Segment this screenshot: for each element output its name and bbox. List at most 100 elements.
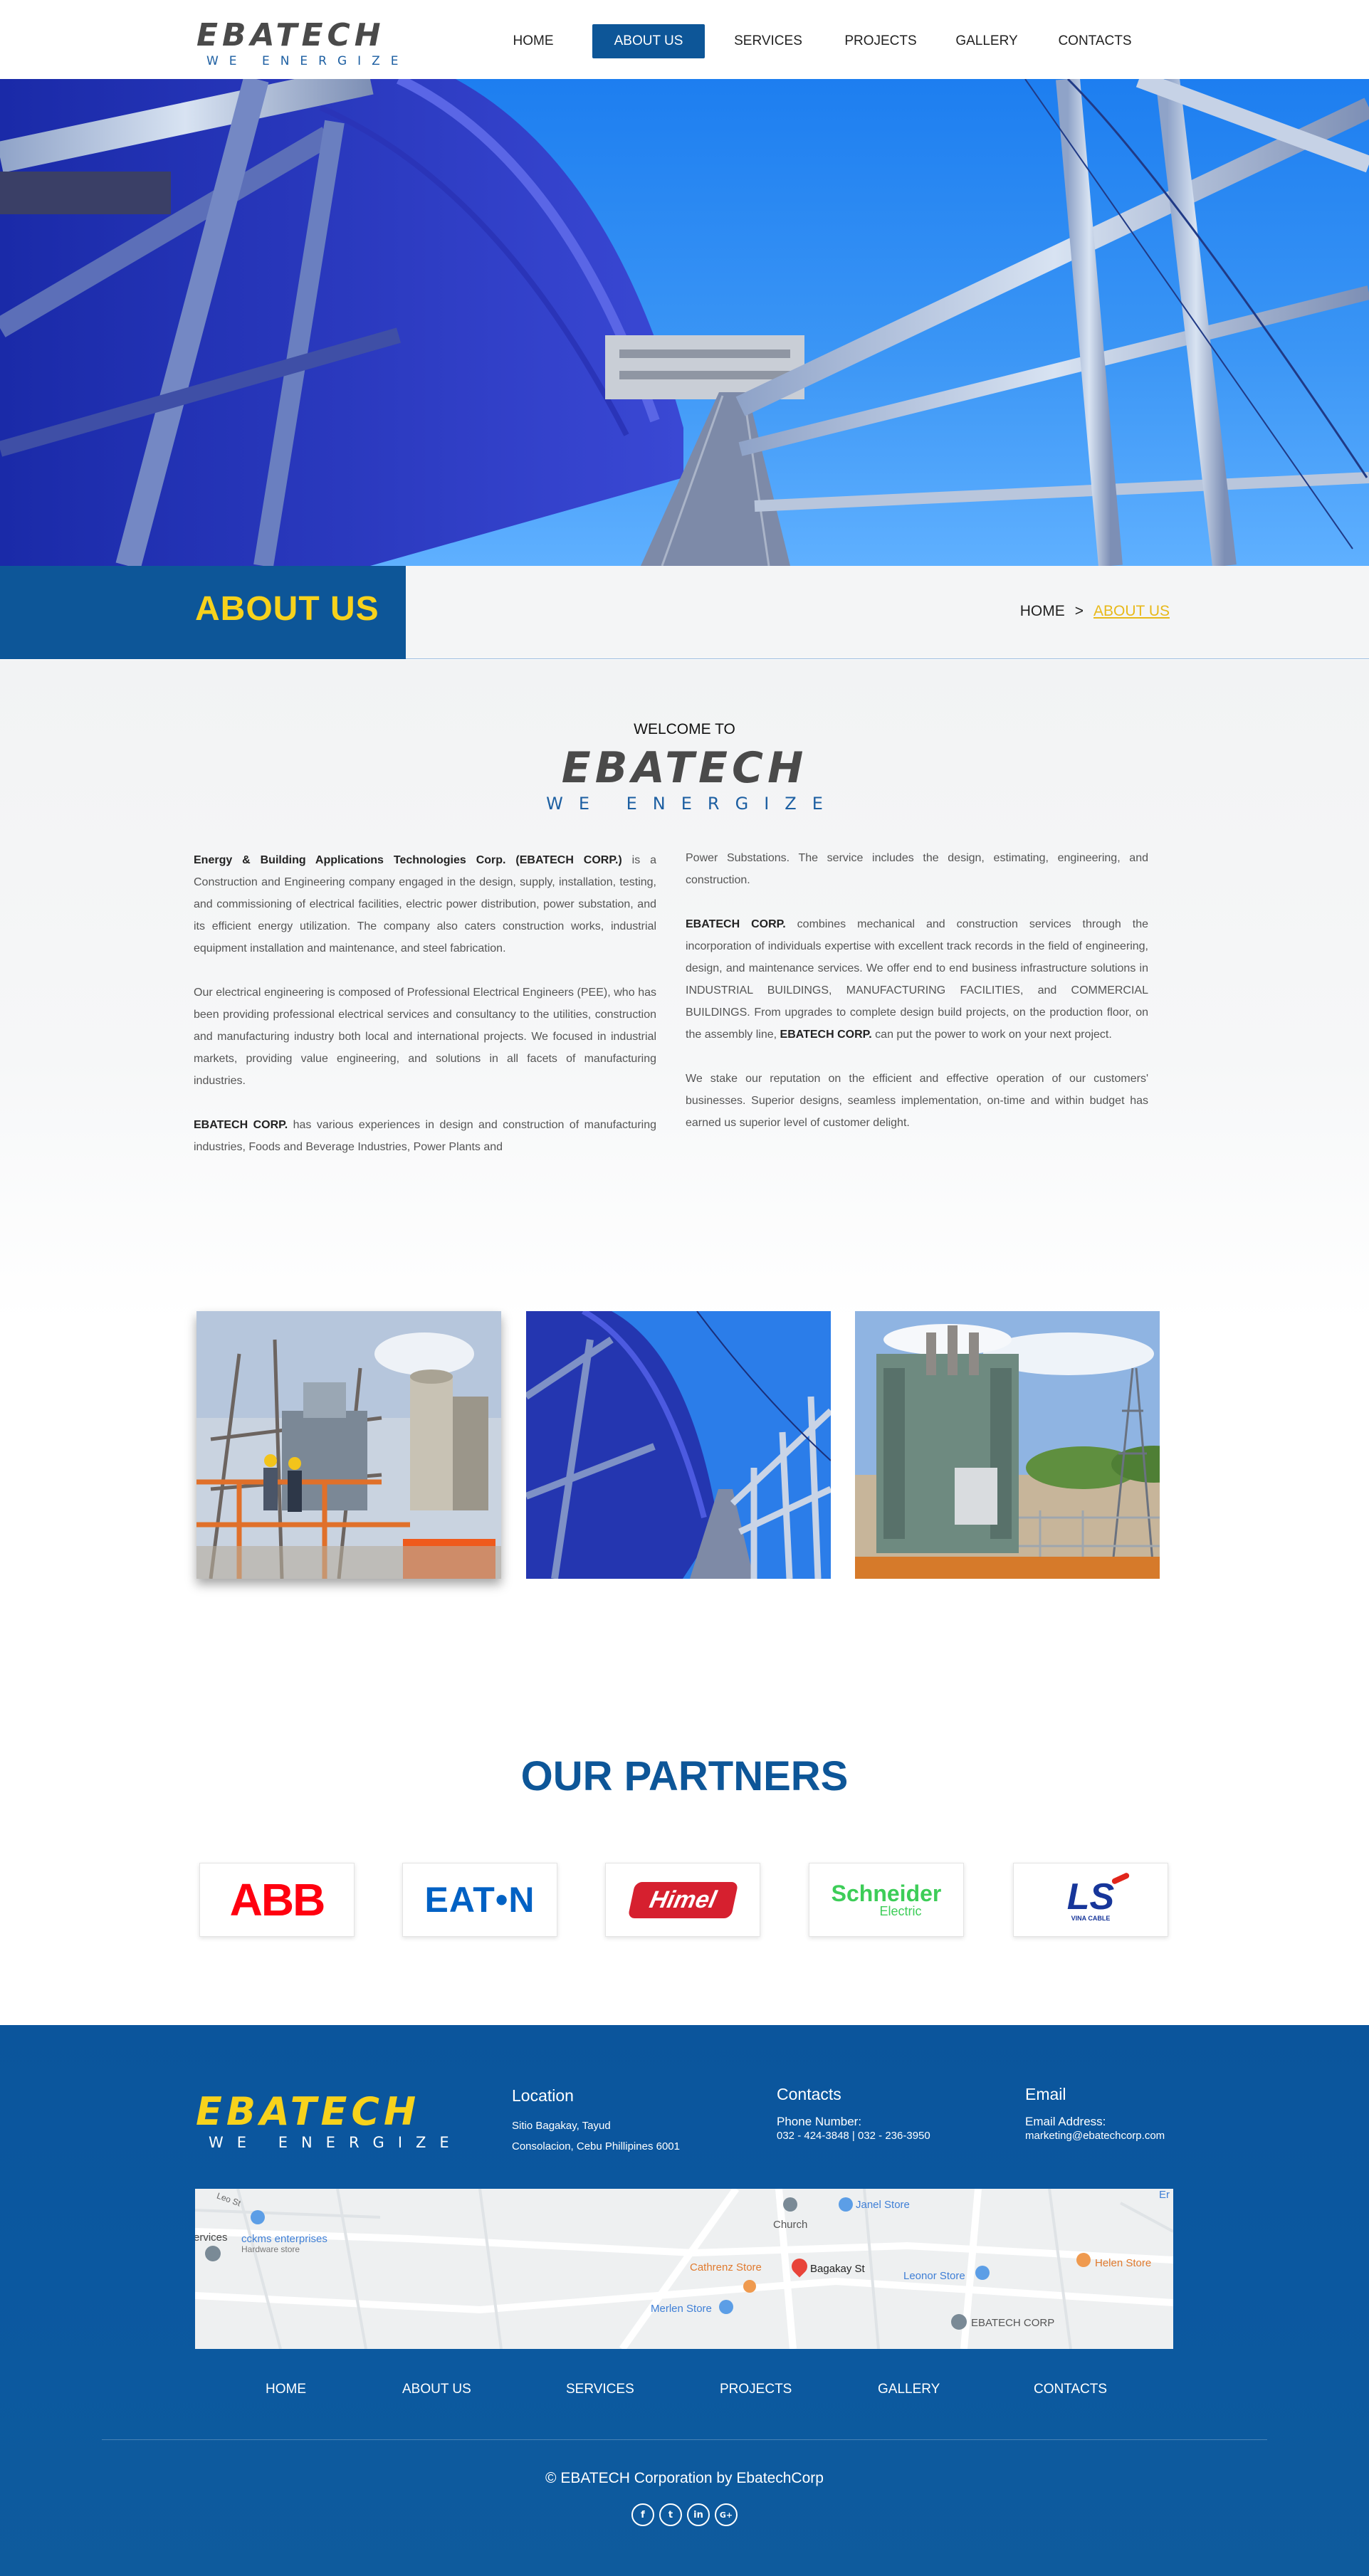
about-text-left: Energy & Building Applications Technolog… (194, 849, 656, 1180)
facebook-icon[interactable]: f (631, 2503, 654, 2526)
footer-contacts: Contacts Phone Number: 032 - 424-3848 | … (777, 2085, 930, 2143)
map-pin-icon (839, 2197, 853, 2212)
himel-badge: Himel (627, 1881, 738, 1918)
breadcrumb-separator: > (1074, 603, 1084, 619)
map-place-church: Church (773, 2219, 808, 2231)
footer-nav-projects[interactable]: PROJECTS (720, 2382, 792, 2403)
breadcrumb: HOME > ABOUT US (1020, 603, 1170, 620)
nav-gallery[interactable]: GALLERY (944, 24, 1029, 58)
about-paragraph: Our electrical engineering is composed o… (194, 987, 656, 1087)
welcome-logo-tagline: WE ENERGIZE (546, 794, 839, 814)
logo-tagline: WE ENERGIZE (206, 54, 409, 68)
gallery-photo-transformer[interactable] (855, 1311, 1160, 1579)
ls-subtitle: VINA CABLE (1071, 1914, 1111, 1922)
about-paragraph: Power Substations. The service includes … (686, 852, 1148, 886)
gallery-photo-conveyor-walkway[interactable] (526, 1311, 831, 1579)
linkedin-icon[interactable]: in (687, 2503, 710, 2526)
nav-services[interactable]: SERVICES (719, 24, 817, 58)
map-place-ebatech[interactable]: EBATECH CORP (971, 2317, 1054, 2329)
nav-projects[interactable]: PROJECTS (833, 24, 928, 58)
map-place-bagakay[interactable]: Bagakay St (810, 2263, 865, 2275)
footer-divider (102, 2439, 1267, 2440)
page-banner: ABOUT US HOME > ABOUT US (0, 566, 1369, 659)
map-place-janel[interactable]: Janel Store (856, 2199, 910, 2211)
phone-label: Phone Number: (777, 2115, 862, 2128)
about-paragraph-text: combines mechanical and construction ser… (686, 918, 1148, 1041)
map-pin-icon (783, 2197, 797, 2212)
map-pin-icon (951, 2314, 967, 2330)
partner-logo-himel[interactable]: Himel (605, 1863, 760, 1937)
map-pin-icon (975, 2266, 990, 2280)
breadcrumb-home-link[interactable]: HOME (1020, 603, 1065, 620)
hero-walkway-illustration (0, 79, 1369, 566)
partners-heading: OUR PARTNERS (520, 1753, 849, 1799)
map-place-cathrenz[interactable]: Cathrenz Store (690, 2261, 762, 2273)
nav-home[interactable]: HOME (491, 24, 575, 58)
about-paragraph: We stake our reputation on the efficient… (686, 1073, 1148, 1129)
site-header: EBATECH WE ENERGIZE HOME ABOUT US SERVIC… (0, 0, 1369, 79)
google-plus-icon[interactable]: G+ (715, 2503, 738, 2526)
himel-wordmark: Himel (646, 1886, 719, 1913)
contacts-heading: Contacts (777, 2085, 841, 2103)
partner-logo-schneider[interactable]: Schneider Electric (809, 1863, 964, 1937)
map-edge-label: Er (1159, 2189, 1170, 2201)
partner-logo-abb[interactable]: ABB (199, 1863, 355, 1937)
welcome-heading: WELCOME TO (634, 721, 735, 737)
welcome-logo: EBATECH WE ENERGIZE (0, 747, 1369, 812)
twitter-icon[interactable]: t (659, 2503, 682, 2526)
map-pin-icon (251, 2210, 265, 2224)
page-title: ABOUT US (195, 590, 379, 628)
schneider-wordmark: Schneider (831, 1881, 942, 1906)
abb-wordmark: ABB (229, 1874, 326, 1925)
about-paragraph-text: can put the power to work on your next p… (871, 1029, 1112, 1041)
footer-nav-contacts[interactable]: CONTACTS (1034, 2382, 1107, 2403)
gallery-photo-substation-workers[interactable] (196, 1311, 501, 1579)
footer-logo-wordmark: EBATECH (196, 2089, 421, 2134)
footer-nav-services[interactable]: SERVICES (566, 2382, 634, 2403)
footer-logo-tagline: WE ENERGIZE (209, 2134, 463, 2151)
main-nav: HOME ABOUT US SERVICES PROJECTS GALLERY … (491, 24, 1142, 58)
email-label: Email Address: (1025, 2115, 1106, 2128)
location-map[interactable]: Leo St ervices cckms enterprises Hardwar… (195, 2189, 1173, 2349)
email-heading: Email (1025, 2085, 1066, 2103)
map-place-leonor[interactable]: Leonor Store (903, 2270, 965, 2282)
about-paragraph: EBATECH CORP. has various experiences in… (194, 1114, 656, 1158)
ls-swoosh-icon (1111, 1871, 1131, 1885)
phone-numbers[interactable]: 032 - 424-3848 | 032 - 236-3950 (777, 2130, 930, 2143)
location-line-2: Consolacion, Cebu Phillipines 6001 (512, 2140, 680, 2152)
map-place-merlen[interactable]: Merlen Store (651, 2303, 712, 2315)
map-place-helen[interactable]: Helen Store (1095, 2257, 1151, 2269)
company-name-bold: EBATECH CORP. (194, 1119, 288, 1131)
location-line-1: Sitio Bagakay, Tayud (512, 2120, 611, 2132)
footer-nav-gallery[interactable]: GALLERY (878, 2382, 940, 2403)
social-links: f t in G+ (631, 2503, 743, 2526)
about-paragraph-text: is a Construction and Engineering compan… (194, 854, 656, 955)
company-name-bold: Energy & Building Applications Technolog… (194, 854, 622, 866)
logo-wordmark: EBATECH (196, 17, 385, 53)
welcome-section: WELCOME TO EBATECH WE ENERGIZE Energy & … (0, 660, 1369, 1322)
company-name-bold: EBATECH CORP. (780, 1029, 872, 1041)
about-text-right: Power Substations. The service includes … (686, 847, 1148, 1156)
nav-contacts[interactable]: CONTACTS (1048, 24, 1142, 58)
map-pin-icon (719, 2300, 733, 2314)
about-paragraph: Energy & Building Applications Technolog… (194, 849, 656, 960)
partner-logo-ls-vina[interactable]: LS VINA CABLE (1013, 1863, 1168, 1937)
footer-nav-home[interactable]: HOME (266, 2382, 306, 2403)
breadcrumb-current-link[interactable]: ABOUT US (1093, 603, 1170, 620)
footer-email: Email Email Address: marketing@ebatechco… (1025, 2085, 1165, 2143)
header-logo[interactable]: EBATECH WE ENERGIZE (196, 20, 409, 68)
company-name-bold: EBATECH CORP. (686, 918, 786, 930)
nav-about-us[interactable]: ABOUT US (592, 24, 705, 58)
email-address[interactable]: marketing@ebatechcorp.com (1025, 2130, 1165, 2143)
footer-logo[interactable]: EBATECH WE ENERGIZE (196, 2093, 463, 2150)
map-pin-icon (1076, 2253, 1091, 2267)
ls-wordmark: LS (1066, 1876, 1115, 1918)
map-place-label: ervices (195, 2231, 228, 2244)
eaton-wordmark: EAT•N (424, 1880, 535, 1920)
schneider-subtitle: Electric (879, 1904, 922, 1918)
footer-nav-about-us[interactable]: ABOUT US (402, 2382, 471, 2403)
map-place-cckms[interactable]: cckms enterprises (241, 2233, 327, 2245)
copyright-text: © EBATECH Corporation by EbatechCorp (545, 2470, 824, 2486)
partner-logo-eaton[interactable]: EAT•N (402, 1863, 557, 1937)
welcome-logo-wordmark: EBATECH (561, 743, 808, 793)
